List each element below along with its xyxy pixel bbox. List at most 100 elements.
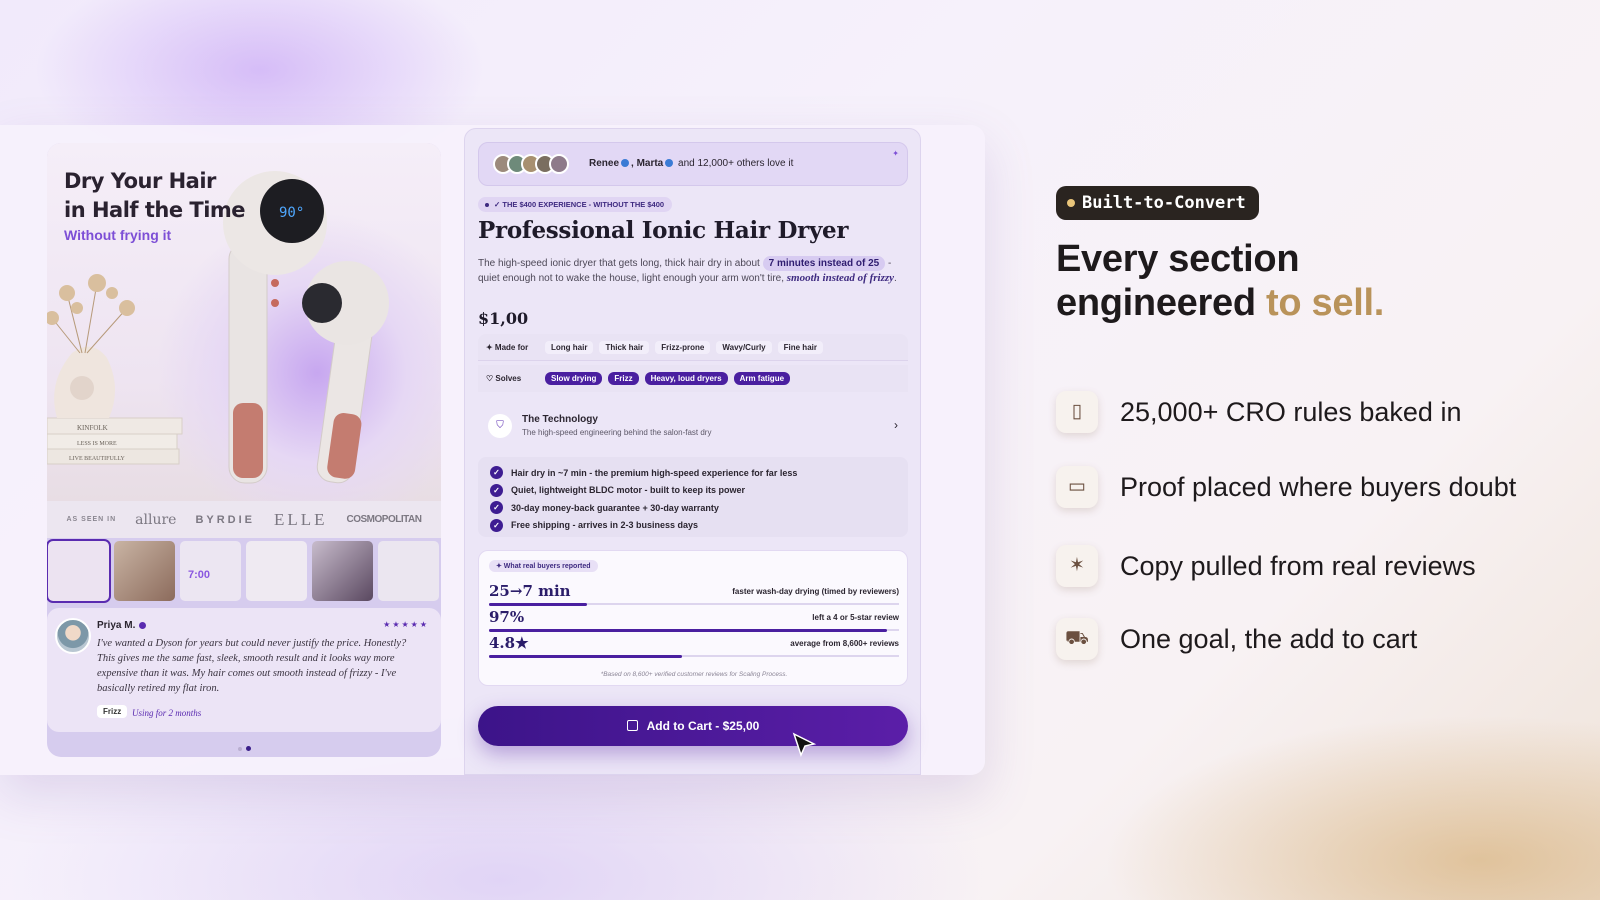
- stats-footnote: *Based on 8,600+ verified customer revie…: [600, 671, 788, 678]
- stat-fill: [489, 603, 588, 606]
- book-less-is-more: LESS IS MORE: [77, 441, 117, 447]
- hero-title-line1: Dry Your Hair: [64, 169, 216, 193]
- chip-wavy-curly[interactable]: Wavy/Curly: [716, 341, 772, 354]
- review-tag: Frizz: [97, 705, 128, 718]
- thumbnail-5[interactable]: [312, 541, 373, 601]
- hero-title-line2: in Half the Time: [64, 198, 246, 222]
- carousel-dot[interactable]: [237, 747, 242, 751]
- product-gallery: KINFOLK LESS IS MORE LIVE BEAUTIFULLY 90…: [47, 143, 441, 757]
- thumbnail-1[interactable]: [47, 539, 111, 603]
- headline-line1: Every section: [1056, 238, 1300, 280]
- benefit-text: 30-day money-back guarantee + 30-day war…: [511, 502, 719, 513]
- desc-part: The high-speed ionic dryer that gets lon…: [478, 258, 763, 269]
- check-icon: ✓: [490, 501, 503, 515]
- reviewer-name: Priya M.: [97, 620, 147, 631]
- feature-text: 25,000+ CRO rules baked in: [1120, 397, 1462, 427]
- sparkle-icon: ✦: [892, 149, 899, 158]
- chip-slow-drying[interactable]: Slow drying: [545, 372, 603, 385]
- verified-icon: [139, 621, 147, 629]
- thumbnail-6[interactable]: [378, 541, 439, 601]
- reviewer-name-text: Priya M.: [97, 620, 136, 631]
- thumbnail-2[interactable]: [114, 541, 175, 601]
- headline: Every section engineered to sell.: [1056, 237, 1384, 325]
- stat-row: 97% left a 4 or 5-star review: [489, 608, 899, 632]
- benefit-item: ✓ Quiet, lightweight BLDC motor - built t…: [490, 482, 908, 500]
- social-name-1: Renee: [589, 158, 620, 169]
- sparkle-icon: ✶: [1056, 545, 1098, 587]
- built-to-convert-tag: Built-to-Convert: [1056, 186, 1259, 220]
- made-for-row: ✦ Made for Long hair Thick hair Frizz-pr…: [478, 334, 908, 361]
- benefit-text: Hair dry in ~7 min - the premium high-sp…: [511, 467, 798, 478]
- review-stars: ★★★★★: [383, 620, 429, 629]
- stat-value: 25→7 min: [489, 582, 571, 600]
- feature-text: Proof placed where buyers doubt: [1120, 472, 1517, 502]
- chip-frizz-prone[interactable]: Frizz-prone: [655, 341, 711, 354]
- product-price: $1,00: [478, 309, 529, 328]
- add-to-cart-label: Add to Cart - $25,00: [646, 719, 760, 733]
- feature-text: Copy pulled from real reviews: [1120, 551, 1476, 581]
- check-icon: ✓: [490, 518, 503, 532]
- book-live-beautifully: LIVE BEAUTIFULLY: [69, 456, 126, 462]
- stat-row: 4.8★ average from 8,600+ reviews: [489, 634, 899, 658]
- stat-fill: [489, 655, 682, 658]
- social-proof-text: Renee , Marta and 12,000+ others love it: [589, 158, 793, 169]
- stat-bar: [489, 629, 899, 632]
- technology-title: The Technology: [522, 414, 598, 425]
- social-proof-bar: Renee, Marta and 12,000+ others love it …: [478, 142, 908, 186]
- hero-image[interactable]: KINFOLK LESS IS MORE LIVE BEAUTIFULLY 90…: [47, 143, 441, 538]
- check-icon: ✓: [490, 483, 503, 497]
- press-label: AS SEEN IN: [66, 516, 117, 523]
- benefit-text: Quiet, lightweight BLDC motor - built to…: [511, 485, 745, 496]
- technology-accordion[interactable]: ⛉ The Technology The high-speed engineer…: [478, 406, 908, 446]
- add-to-cart-button[interactable]: Add to Cart - $25,00: [478, 706, 908, 746]
- stat-bar: [489, 603, 899, 606]
- avatar: [55, 618, 91, 654]
- verified-icon: [665, 159, 674, 168]
- thumbnail-3[interactable]: 7:00: [180, 541, 241, 601]
- benefit-item: ✓ Free shipping - arrives in 2-3 business…: [490, 517, 908, 535]
- hero-title: Dry Your Hair in Half the Time: [64, 167, 246, 225]
- eyebrow-badge: ✓ THE $400 EXPERIENCE - WITHOUT THE $400: [478, 197, 673, 212]
- avatar: [549, 154, 569, 174]
- chip-frizz[interactable]: Frizz: [608, 372, 639, 385]
- stats-card: ✦ What real buyers reported 25→7 min fas…: [478, 550, 908, 686]
- book-icon: ▯: [1056, 391, 1098, 433]
- review-duration: Using for 2 months: [132, 708, 202, 718]
- stat-value: 4.8★: [489, 634, 529, 652]
- benefit-text: Free shipping - arrives in 2-3 business …: [511, 520, 699, 531]
- thumbnail-strip: 7:00: [47, 539, 441, 603]
- chip-arm-fatigue[interactable]: Arm fatigue: [733, 372, 791, 385]
- desc-part: .: [894, 273, 897, 284]
- feature-text: One goal, the add to cart: [1120, 624, 1418, 654]
- shield-icon: ⛉: [488, 414, 512, 438]
- chip-long-hair[interactable]: Long hair: [545, 341, 594, 354]
- chip-fine-hair[interactable]: Fine hair: [777, 341, 823, 354]
- product-panel: Renee, Marta and 12,000+ others love it …: [464, 128, 921, 775]
- book-kinfolk: KINFOLK: [77, 424, 108, 432]
- bag-icon: [626, 720, 638, 731]
- dryer-display: 90°: [279, 205, 304, 221]
- solves-chips: Slow drying Frizz Heavy, loud dryers Arm…: [545, 372, 791, 385]
- press-allure: allure: [135, 511, 177, 528]
- cart-icon: ⛟: [1056, 618, 1098, 660]
- benefit-item: ✓ Hair dry in ~7 min - the premium high-s…: [490, 464, 908, 482]
- headline-line2: engineered to sell.: [1056, 281, 1384, 325]
- carousel-dots: [47, 738, 441, 756]
- stat-desc: faster wash-day drying (timed by reviewe…: [732, 587, 899, 596]
- review-card: Priya M. ★★★★★ I've wanted a Dyson for y…: [47, 608, 441, 732]
- verified-icon: [621, 159, 630, 168]
- mouse-cursor-icon: [792, 732, 817, 758]
- stat-fill: [489, 629, 887, 632]
- hero-subtitle: Without frying it: [64, 227, 172, 243]
- chip-thick-hair[interactable]: Thick hair: [599, 341, 650, 354]
- thumbnail-4[interactable]: [246, 541, 307, 601]
- press-elle: ELLE: [273, 509, 328, 529]
- carousel-dot-active[interactable]: [245, 746, 251, 751]
- check-icon: ✓: [490, 466, 503, 480]
- thumbnail-time: 7:00: [188, 569, 211, 581]
- chip-heavy-loud-dryers[interactable]: Heavy, loud dryers: [644, 372, 728, 385]
- social-rest: and 12,000+ others love it: [675, 158, 794, 169]
- benefit-item: ✓ 30-day money-back guarantee + 30-day wa…: [490, 499, 908, 517]
- social-name-2: , Marta: [631, 158, 664, 169]
- press-byrdie: BYRDIE: [195, 513, 255, 526]
